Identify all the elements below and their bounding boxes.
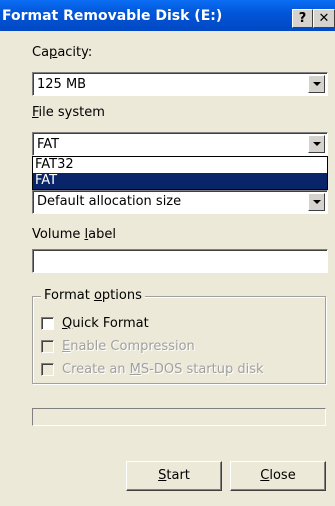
quick-format-label: Quick Format bbox=[62, 316, 149, 331]
volume-label-post: abel bbox=[88, 227, 116, 242]
checkbox-icon bbox=[41, 363, 54, 376]
format-progress-bar bbox=[32, 408, 326, 426]
format-dialog: Format Removable Disk (E:) ? ✕ Capacity:… bbox=[0, 0, 335, 506]
format-options-legend-post: ptions bbox=[101, 288, 142, 303]
allocation-dropdown[interactable]: Default allocation size bbox=[32, 190, 328, 214]
chevron-down-icon[interactable] bbox=[308, 135, 325, 153]
quick-format-mnemonic: Q bbox=[62, 316, 73, 331]
format-options-legend-mnemonic: o bbox=[93, 288, 102, 303]
title-bar[interactable]: Format Removable Disk (E:) ? ✕ bbox=[0, 0, 335, 31]
checkbox-icon bbox=[41, 340, 54, 353]
format-options-legend-pre: Format bbox=[44, 288, 94, 303]
enable-compression-label-post: nable Compression bbox=[70, 339, 195, 354]
quick-format-checkbox[interactable]: Quick Format bbox=[41, 316, 149, 331]
window-title: Format Removable Disk (E:) bbox=[2, 7, 223, 24]
enable-compression-checkbox: Enable Compression bbox=[41, 339, 195, 354]
capacity-dropdown[interactable]: 125 MB bbox=[32, 72, 328, 96]
capacity-label-pre: Ca bbox=[32, 45, 50, 60]
enable-compression-mnemonic: E bbox=[62, 339, 71, 354]
checkbox-icon[interactable] bbox=[41, 317, 54, 330]
chevron-down-icon[interactable] bbox=[308, 75, 325, 93]
capacity-label: Capacity: bbox=[32, 45, 92, 60]
quick-format-label-post: uick Format bbox=[72, 316, 149, 331]
msdos-startup-label-post: S-DOS startup disk bbox=[140, 362, 264, 377]
msdos-startup-label-pre: Create an bbox=[62, 362, 130, 377]
volume-label-input[interactable] bbox=[32, 249, 328, 273]
close-label-post: lose bbox=[269, 468, 296, 483]
close-button[interactable]: Close bbox=[230, 461, 326, 491]
file-system-label-post: ile system bbox=[38, 105, 105, 120]
start-button[interactable]: Start bbox=[126, 461, 222, 491]
option-fat32[interactable]: FAT32 bbox=[33, 157, 327, 173]
help-button[interactable]: ? bbox=[292, 9, 313, 28]
volume-label-pre: Volume bbox=[32, 227, 85, 242]
enable-compression-label: Enable Compression bbox=[62, 339, 195, 354]
file-system-label: File system bbox=[32, 105, 105, 120]
msdos-startup-checkbox: Create an MS-DOS startup disk bbox=[41, 362, 264, 377]
format-options-legend: Format options bbox=[41, 288, 145, 303]
option-fat[interactable]: FAT bbox=[33, 173, 327, 189]
volume-label-label: Volume label bbox=[32, 227, 116, 242]
capacity-label-post: acity: bbox=[57, 45, 93, 60]
chevron-down-icon[interactable] bbox=[308, 193, 325, 211]
msdos-startup-mnemonic: M bbox=[129, 362, 141, 377]
capacity-value: 125 MB bbox=[37, 77, 87, 92]
msdos-startup-label: Create an MS-DOS startup disk bbox=[62, 362, 264, 377]
allocation-value: Default allocation size bbox=[37, 194, 182, 209]
start-label-post: tart bbox=[166, 468, 190, 483]
file-system-dropdown[interactable]: FAT bbox=[32, 132, 328, 156]
close-icon[interactable]: ✕ bbox=[313, 9, 335, 28]
file-system-options-list[interactable]: FAT32 FAT bbox=[32, 156, 328, 190]
file-system-value: FAT bbox=[37, 137, 60, 152]
close-mnemonic: C bbox=[260, 468, 270, 483]
